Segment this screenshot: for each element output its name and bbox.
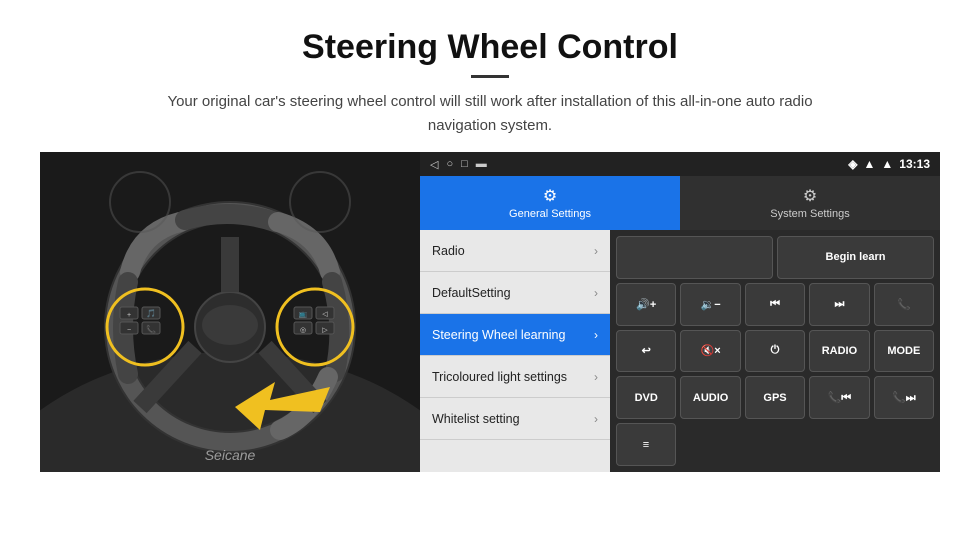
dvd-button[interactable]: DVD	[616, 376, 676, 419]
location-icon: ◈	[848, 157, 857, 171]
gps-label: GPS	[763, 392, 786, 404]
general-settings-icon: ⚙	[543, 186, 557, 206]
radio-label: RADIO	[822, 345, 857, 357]
system-settings-icon: ⚙	[803, 186, 817, 206]
back-nav-icon[interactable]: ◁	[430, 158, 438, 171]
dvd-label: DVD	[635, 392, 658, 404]
svg-text:🎵: 🎵	[146, 309, 156, 318]
time-display: 13:13	[899, 157, 930, 171]
tab-system-settings[interactable]: ⚙ System Settings	[680, 176, 940, 230]
svg-text:▷: ▷	[322, 327, 328, 334]
menu-item-default-setting[interactable]: DefaultSetting ›	[420, 272, 610, 314]
controls-top-row: Begin learn	[616, 236, 934, 279]
phone-icon: 📞	[897, 298, 911, 311]
chevron-icon: ›	[594, 244, 598, 258]
controls-row-3: DVD AUDIO GPS 📞⏮ 📞⏭	[616, 376, 934, 419]
next-button[interactable]: ⏭	[809, 283, 869, 326]
recent-nav-icon[interactable]: □	[461, 158, 468, 170]
call-next-button[interactable]: 📞⏭	[874, 376, 934, 419]
vol-down-icon: 🔉−	[701, 298, 721, 311]
empty-display-box	[616, 236, 773, 279]
title-section: Steering Wheel Control Your original car…	[40, 28, 940, 138]
status-nav-icons: ◁ ○ □ ▬	[430, 158, 487, 171]
phone-button[interactable]: 📞	[874, 283, 934, 326]
hang-up-button[interactable]: ↩	[616, 330, 676, 373]
svg-text:−: −	[127, 327, 131, 334]
menu-nav-icon[interactable]: ▬	[476, 158, 487, 170]
prev-button[interactable]: ⏮	[745, 283, 805, 326]
power-icon: ⏻	[771, 344, 780, 357]
mode-button[interactable]: MODE	[874, 330, 934, 373]
content-area: + − 🎵 📞 📺 ◎ ◁ ▷	[40, 152, 940, 472]
vol-down-button[interactable]: 🔉−	[680, 283, 740, 326]
android-panel: ◁ ○ □ ▬ ◈ ▲ ▲ 13:13 ⚙ General Settings	[420, 152, 940, 472]
next-icon: ⏭	[834, 298, 844, 311]
hang-up-icon: ↩	[642, 344, 651, 357]
list-button[interactable]: ≡	[616, 423, 676, 466]
svg-text:◎: ◎	[300, 327, 306, 334]
title-divider	[471, 75, 509, 78]
mode-label: MODE	[887, 345, 920, 357]
home-nav-icon[interactable]: ○	[446, 158, 453, 170]
audio-button[interactable]: AUDIO	[680, 376, 740, 419]
radio-button[interactable]: RADIO	[809, 330, 869, 373]
mute-icon: 🔇×	[701, 344, 721, 357]
menu-item-steering-wheel[interactable]: Steering Wheel learning ›	[420, 314, 610, 356]
power-button[interactable]: ⏻	[745, 330, 805, 373]
mute-button[interactable]: 🔇×	[680, 330, 740, 373]
prev-icon: ⏮	[770, 298, 780, 311]
call-prev-button[interactable]: 📞⏮	[809, 376, 869, 419]
status-bar: ◁ ○ □ ▬ ◈ ▲ ▲ 13:13	[420, 152, 940, 176]
left-menu: Radio › DefaultSetting › Steering Wheel …	[420, 230, 610, 472]
tab-bar: ⚙ General Settings ⚙ System Settings	[420, 176, 940, 230]
chevron-icon: ›	[594, 328, 598, 342]
call-next-icon: 📞⏭	[892, 391, 916, 405]
svg-text:📺: 📺	[299, 310, 308, 318]
controls-row-2: ↩ 🔇× ⏻ RADIO MODE	[616, 330, 934, 373]
chevron-icon: ›	[594, 412, 598, 426]
system-settings-label: System Settings	[770, 208, 849, 220]
tab-general-settings[interactable]: ⚙ General Settings	[420, 176, 680, 230]
svg-text:◁: ◁	[322, 311, 328, 318]
general-settings-label: General Settings	[509, 208, 591, 220]
svg-text:Seicane: Seicane	[205, 447, 256, 463]
svg-text:📞: 📞	[146, 324, 156, 334]
call-prev-icon: 📞⏮	[828, 391, 852, 405]
chevron-icon: ›	[594, 286, 598, 300]
wifi-icon: ▲	[881, 157, 893, 171]
begin-learn-button[interactable]: Begin learn	[777, 236, 934, 279]
menu-item-tricoloured[interactable]: Tricoloured light settings ›	[420, 356, 610, 398]
gps-button[interactable]: GPS	[745, 376, 805, 419]
subtitle: Your original car's steering wheel contr…	[140, 90, 840, 138]
panel-content: Radio › DefaultSetting › Steering Wheel …	[420, 230, 940, 472]
list-icon: ≡	[643, 439, 649, 451]
page-title: Steering Wheel Control	[40, 28, 940, 67]
vol-up-icon: 🔊+	[636, 298, 656, 311]
status-right: ◈ ▲ ▲ 13:13	[848, 157, 930, 171]
menu-item-radio[interactable]: Radio ›	[420, 230, 610, 272]
svg-text:+: +	[127, 312, 131, 319]
controls-row-1: 🔊+ 🔉− ⏮ ⏭ 📞	[616, 283, 934, 326]
controls-row-4: ≡	[616, 423, 934, 466]
menu-item-whitelist[interactable]: Whitelist setting ›	[420, 398, 610, 440]
page-container: Steering Wheel Control Your original car…	[0, 0, 980, 492]
steering-wheel-image: + − 🎵 📞 📺 ◎ ◁ ▷	[40, 152, 420, 472]
audio-label: AUDIO	[693, 392, 728, 404]
signal-icon: ▲	[864, 157, 876, 171]
vol-up-button[interactable]: 🔊+	[616, 283, 676, 326]
chevron-icon: ›	[594, 370, 598, 384]
right-controls-area: Begin learn 🔊+ 🔉− ⏮	[610, 230, 940, 472]
